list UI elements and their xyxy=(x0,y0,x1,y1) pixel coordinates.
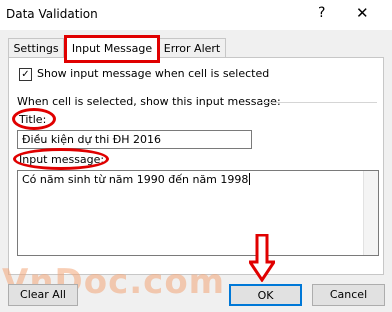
input-message-field[interactable]: Có năm sinh từ năm 1990 đến năm 1998 xyxy=(17,170,379,256)
title-bar: Data Validation ? ✕ xyxy=(0,0,392,30)
close-icon[interactable]: ✕ xyxy=(356,4,369,22)
group-label: When cell is selected, show this input m… xyxy=(17,95,281,108)
title-value: Điều kiện dự thi ĐH 2016 xyxy=(22,133,162,146)
text-caret xyxy=(249,173,251,185)
tab-settings[interactable]: Settings xyxy=(8,38,64,58)
ok-button[interactable]: OK xyxy=(229,284,302,306)
input-message-label: Input message: xyxy=(19,153,105,166)
tab-input-message[interactable]: Input Message xyxy=(64,35,160,63)
down-arrow-icon xyxy=(249,234,275,282)
window-title: Data Validation xyxy=(6,7,98,21)
show-input-message-label: Show input message when cell is selected xyxy=(37,67,270,80)
input-message-value: Có năm sinh từ năm 1990 đến năm 1998 xyxy=(22,173,249,186)
show-input-message-checkbox[interactable]: ✓ xyxy=(19,68,32,81)
help-icon[interactable]: ? xyxy=(318,5,325,21)
input-message-panel: ✓ Show input message when cell is select… xyxy=(8,57,384,275)
title-field[interactable]: Điều kiện dự thi ĐH 2016 xyxy=(17,130,252,149)
title-label: Title: xyxy=(19,113,47,126)
clear-all-button[interactable]: Clear All xyxy=(8,284,78,306)
group-divider xyxy=(261,102,377,103)
message-scrollbar[interactable] xyxy=(363,171,378,255)
tab-error-alert[interactable]: Error Alert xyxy=(158,38,226,58)
cancel-button[interactable]: Cancel xyxy=(312,284,385,306)
